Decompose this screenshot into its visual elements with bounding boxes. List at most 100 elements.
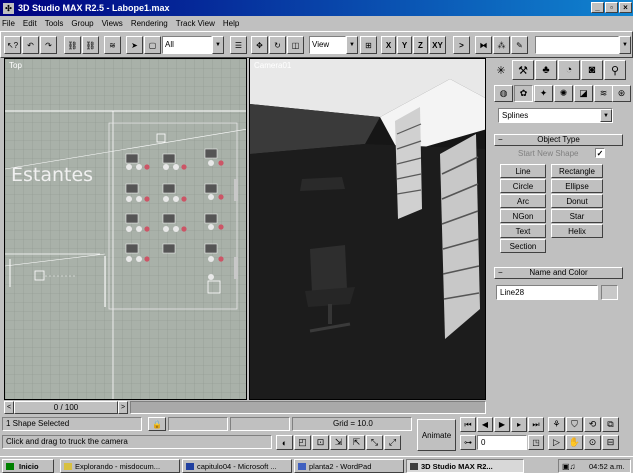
mirror-icon[interactable]: ⧓: [475, 36, 492, 54]
camera-target-icon[interactable]: ▷: [548, 435, 565, 450]
maximize-button[interactable]: ▫: [605, 2, 618, 13]
display-tab-icon[interactable]: ◙: [581, 60, 603, 80]
play-icon[interactable]: ▶: [494, 417, 510, 432]
object-name-input[interactable]: Line28: [496, 285, 598, 300]
move-icon[interactable]: ✥: [251, 36, 268, 54]
geometry-icon[interactable]: ◍: [494, 85, 513, 102]
tray-icons[interactable]: ▣♫: [562, 462, 576, 471]
axis-z-button[interactable]: Z: [413, 36, 428, 54]
section-button[interactable]: Section: [500, 239, 546, 253]
lock-selection-icon[interactable]: 🔒: [148, 417, 166, 431]
category-dropdown[interactable]: Splines: [498, 108, 613, 123]
select-by-name-icon[interactable]: ☰: [230, 36, 247, 54]
prev-frame-arrow-icon[interactable]: <: [4, 401, 14, 414]
chevron-down-icon[interactable]: ▼: [212, 36, 224, 54]
spacewarps-icon[interactable]: ≋: [594, 85, 613, 102]
pivot-center-icon[interactable]: ⊞: [360, 36, 377, 54]
modify-tab-icon[interactable]: ⚒: [512, 60, 534, 80]
coord-field-y[interactable]: [230, 417, 290, 431]
go-to-start-icon[interactable]: ⏮: [460, 417, 476, 432]
object-color-swatch[interactable]: [601, 285, 618, 300]
axis-y-button[interactable]: Y: [397, 36, 412, 54]
arc-rotate-icon[interactable]: ⟲: [584, 417, 601, 432]
create-tab-icon[interactable]: ✳: [490, 60, 512, 80]
fov-icon[interactable]: ⤢: [384, 435, 401, 450]
inverse-kinematics-icon[interactable]: >: [453, 36, 470, 54]
lights-icon[interactable]: ✦: [534, 85, 553, 102]
clock[interactable]: 04:52 a.m.: [589, 462, 624, 471]
time-config-icon[interactable]: ◳: [528, 435, 544, 450]
cameras-icon[interactable]: ✺: [554, 85, 573, 102]
utilities-tab-icon[interactable]: ⚲: [604, 60, 626, 80]
time-slider[interactable]: < 0 / 100 >: [4, 401, 486, 414]
unlink-icon[interactable]: ⛓: [82, 36, 99, 54]
roll-icon[interactable]: ⤡: [366, 435, 383, 450]
next-key-icon[interactable]: ▸: [511, 417, 527, 432]
start-button[interactable]: Inicio: [2, 459, 54, 473]
coord-field-x[interactable]: [168, 417, 228, 431]
arc-button[interactable]: Arc: [500, 194, 546, 208]
motion-tab-icon[interactable]: ◔: [558, 60, 580, 80]
chevron-down-icon[interactable]: ▼: [600, 109, 612, 122]
named-selection-dropdown[interactable]: [535, 36, 619, 54]
systems-icon[interactable]: ⊛: [612, 85, 631, 102]
current-frame-field[interactable]: 0: [477, 435, 527, 450]
hierarchy-tab-icon[interactable]: ♣: [535, 60, 557, 80]
help-pointer-icon[interactable]: ↖?: [4, 36, 21, 54]
camera-viewport[interactable]: Camera01: [249, 58, 486, 400]
helpers-icon[interactable]: ◪: [574, 85, 593, 102]
menu-edit[interactable]: Edit: [23, 19, 37, 28]
donut-button[interactable]: Donut: [551, 194, 603, 208]
rectangle-button[interactable]: Rectangle: [551, 164, 603, 178]
undo-icon[interactable]: ↶: [22, 36, 39, 54]
zoom-all-icon[interactable]: ◰: [294, 435, 311, 450]
task-wordpad[interactable]: planta2 - WordPad: [294, 459, 404, 473]
prev-key-icon[interactable]: ◀: [477, 417, 493, 432]
top-viewport[interactable]: Estantes Top: [4, 58, 247, 400]
pan-hand-icon[interactable]: ✋: [566, 435, 583, 450]
task-explorer[interactable]: Explorando - misdocum...: [60, 459, 180, 473]
perspective-icon[interactable]: ⇱: [348, 435, 365, 450]
minimize-button[interactable]: _: [591, 2, 604, 13]
text-button[interactable]: Text: [500, 224, 546, 238]
time-slider-thumb[interactable]: 0 / 100: [14, 401, 118, 414]
menu-file[interactable]: File: [2, 19, 15, 28]
zoom-extents-icon[interactable]: ⊡: [312, 435, 329, 450]
viewport-label-camera[interactable]: Camera01: [254, 61, 291, 70]
close-button[interactable]: ×: [619, 2, 632, 13]
task-3dsmax[interactable]: 3D Studio MAX R2...: [406, 459, 524, 473]
axis-x-button[interactable]: X: [381, 36, 396, 54]
maximize-viewport-icon[interactable]: ⊟: [602, 435, 619, 450]
redo-icon[interactable]: ↷: [40, 36, 57, 54]
menu-views[interactable]: Views: [102, 19, 123, 28]
object-type-rollout-header[interactable]: − Object Type: [494, 134, 623, 146]
go-to-end-icon[interactable]: ⏭: [528, 417, 544, 432]
menu-tools[interactable]: Tools: [45, 19, 64, 28]
dolly-icon[interactable]: ⇲: [330, 435, 347, 450]
bind-spacewarp-icon[interactable]: ≋: [104, 36, 121, 54]
zoom-region-icon[interactable]: ⚘: [548, 417, 565, 432]
select-arrow-icon[interactable]: ➤: [126, 36, 143, 54]
name-color-rollout-header[interactable]: − Name and Color: [494, 267, 623, 279]
star-button[interactable]: Star: [551, 209, 603, 223]
start-new-shape-checkbox[interactable]: ✓: [595, 148, 605, 158]
menu-trackview[interactable]: Track View: [176, 19, 215, 28]
key-mode-icon[interactable]: ⊶: [460, 435, 476, 450]
animate-button[interactable]: Animate: [417, 419, 456, 451]
link-icon[interactable]: ⛓: [64, 36, 81, 54]
chevron-down-icon[interactable]: ▼: [346, 36, 358, 54]
task-word[interactable]: capitulo04 - Microsoft ...: [182, 459, 292, 473]
shapes-icon[interactable]: ✿: [514, 85, 533, 102]
menu-group[interactable]: Group: [71, 19, 93, 28]
zoom-icon[interactable]: ◐: [276, 435, 293, 450]
viewport-label-top[interactable]: Top: [9, 61, 22, 70]
align-icon[interactable]: ✎: [511, 36, 528, 54]
ellipse-button[interactable]: Ellipse: [551, 179, 603, 193]
helix-button[interactable]: Helix: [551, 224, 603, 238]
next-frame-arrow-icon[interactable]: >: [118, 401, 128, 414]
zoom-extents-all-icon[interactable]: ⛉: [566, 417, 583, 432]
select-region-icon[interactable]: ▢: [144, 36, 161, 54]
menu-rendering[interactable]: Rendering: [131, 19, 168, 28]
time-track[interactable]: [130, 401, 486, 414]
axis-xy-button[interactable]: XY: [429, 36, 446, 54]
